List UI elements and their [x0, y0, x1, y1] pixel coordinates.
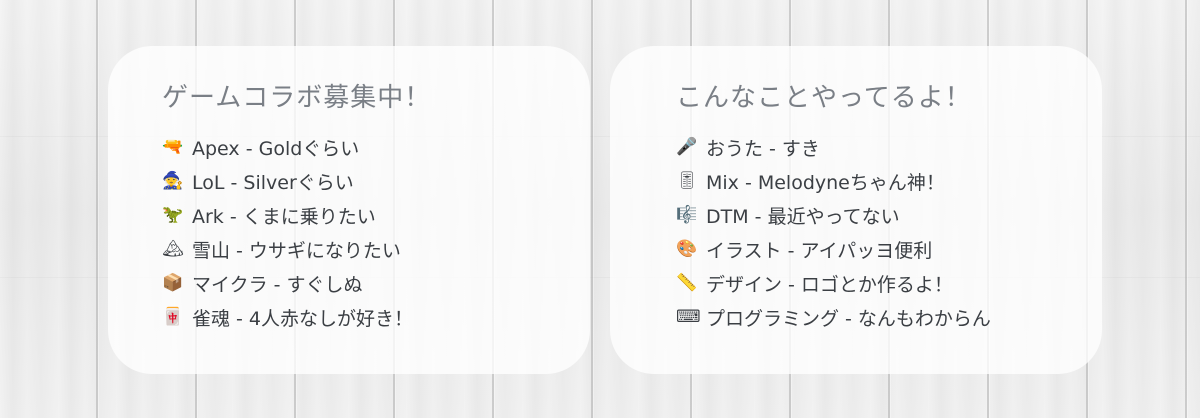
- list-item-label: デザイン - ロゴとか作るよ！: [706, 273, 953, 296]
- list-item-label: LoL - Silverぐらい: [192, 171, 354, 194]
- game-list: 🔫 Apex - Goldぐらい 🧙 LoL - Silverぐらい 🦖 Ark…: [162, 130, 590, 334]
- list-item-dtm: 🎼 DTM - 最近やってない: [676, 198, 1102, 232]
- list-item-mahjong: 🀄 雀魂 - 4人赤なしが好き！: [162, 300, 590, 334]
- microphone-icon: 🎤: [676, 137, 698, 157]
- list-item-label: おうた - すき: [706, 137, 820, 160]
- activities-title: こんなことやってるよ！: [676, 83, 972, 113]
- game-collab-card: ゲームコラボ募集中！ 🔫 Apex - Goldぐらい 🧙 LoL - Silv…: [108, 46, 590, 374]
- list-item-lol: 🧙 LoL - Silverぐらい: [162, 164, 590, 198]
- mahjong-tile-icon: 🀄: [162, 307, 184, 327]
- water-pistol-icon: 🔫: [162, 137, 184, 157]
- snow-mountain-icon: 🏔: [162, 239, 184, 259]
- list-item-label: Apex - Goldぐらい: [192, 137, 360, 160]
- list-item-label: マイクラ - すぐしぬ: [192, 273, 363, 296]
- activities-card: こんなことやってるよ！ 🎤 おうた - すき 🎚 Mix - Melodyneち…: [610, 46, 1102, 374]
- list-item-snow-mountain: 🏔 雪山 - ウサギになりたい: [162, 232, 590, 266]
- package-icon: 📦: [162, 273, 184, 293]
- list-item-label: Mix - Melodyneちゃん神！: [706, 171, 945, 194]
- list-item-apex: 🔫 Apex - Goldぐらい: [162, 130, 590, 164]
- list-item-minecraft: 📦 マイクラ - すぐしぬ: [162, 266, 590, 300]
- list-item-mix: 🎚 Mix - Melodyneちゃん神！: [676, 164, 1102, 198]
- t-rex-icon: 🦖: [162, 205, 184, 225]
- list-item-design: 📏 デザイン - ロゴとか作るよ！: [676, 266, 1102, 300]
- list-item-label: プログラミング - なんもわからん: [706, 307, 991, 330]
- list-item-programming: ⌨ プログラミング - なんもわからん: [676, 300, 1102, 334]
- game-collab-title: ゲームコラボ募集中！: [162, 83, 432, 113]
- list-item-ark: 🦖 Ark - くまに乗りたい: [162, 198, 590, 232]
- list-item-label: イラスト - アイパッヨ便利: [706, 239, 933, 262]
- mixer-fader-icon: 🎚: [676, 171, 698, 191]
- list-item-label: 雀魂 - 4人赤なしが好き！: [192, 307, 414, 330]
- list-item-label: 雪山 - ウサギになりたい: [192, 239, 401, 262]
- mage-icon: 🧙: [162, 171, 184, 191]
- list-item-label: Ark - くまに乗りたい: [192, 205, 376, 228]
- keyboard-icon: ⌨: [676, 307, 701, 327]
- musical-score-icon: 🎼: [676, 205, 698, 225]
- palette-icon: 🎨: [676, 239, 698, 259]
- list-item-illustration: 🎨 イラスト - アイパッヨ便利: [676, 232, 1102, 266]
- list-item-singing: 🎤 おうた - すき: [676, 130, 1102, 164]
- ruler-icon: 📏: [676, 273, 698, 293]
- activities-list: 🎤 おうた - すき 🎚 Mix - Melodyneちゃん神！ 🎼 DTM -…: [676, 130, 1102, 334]
- list-item-label: DTM - 最近やってない: [706, 205, 900, 228]
